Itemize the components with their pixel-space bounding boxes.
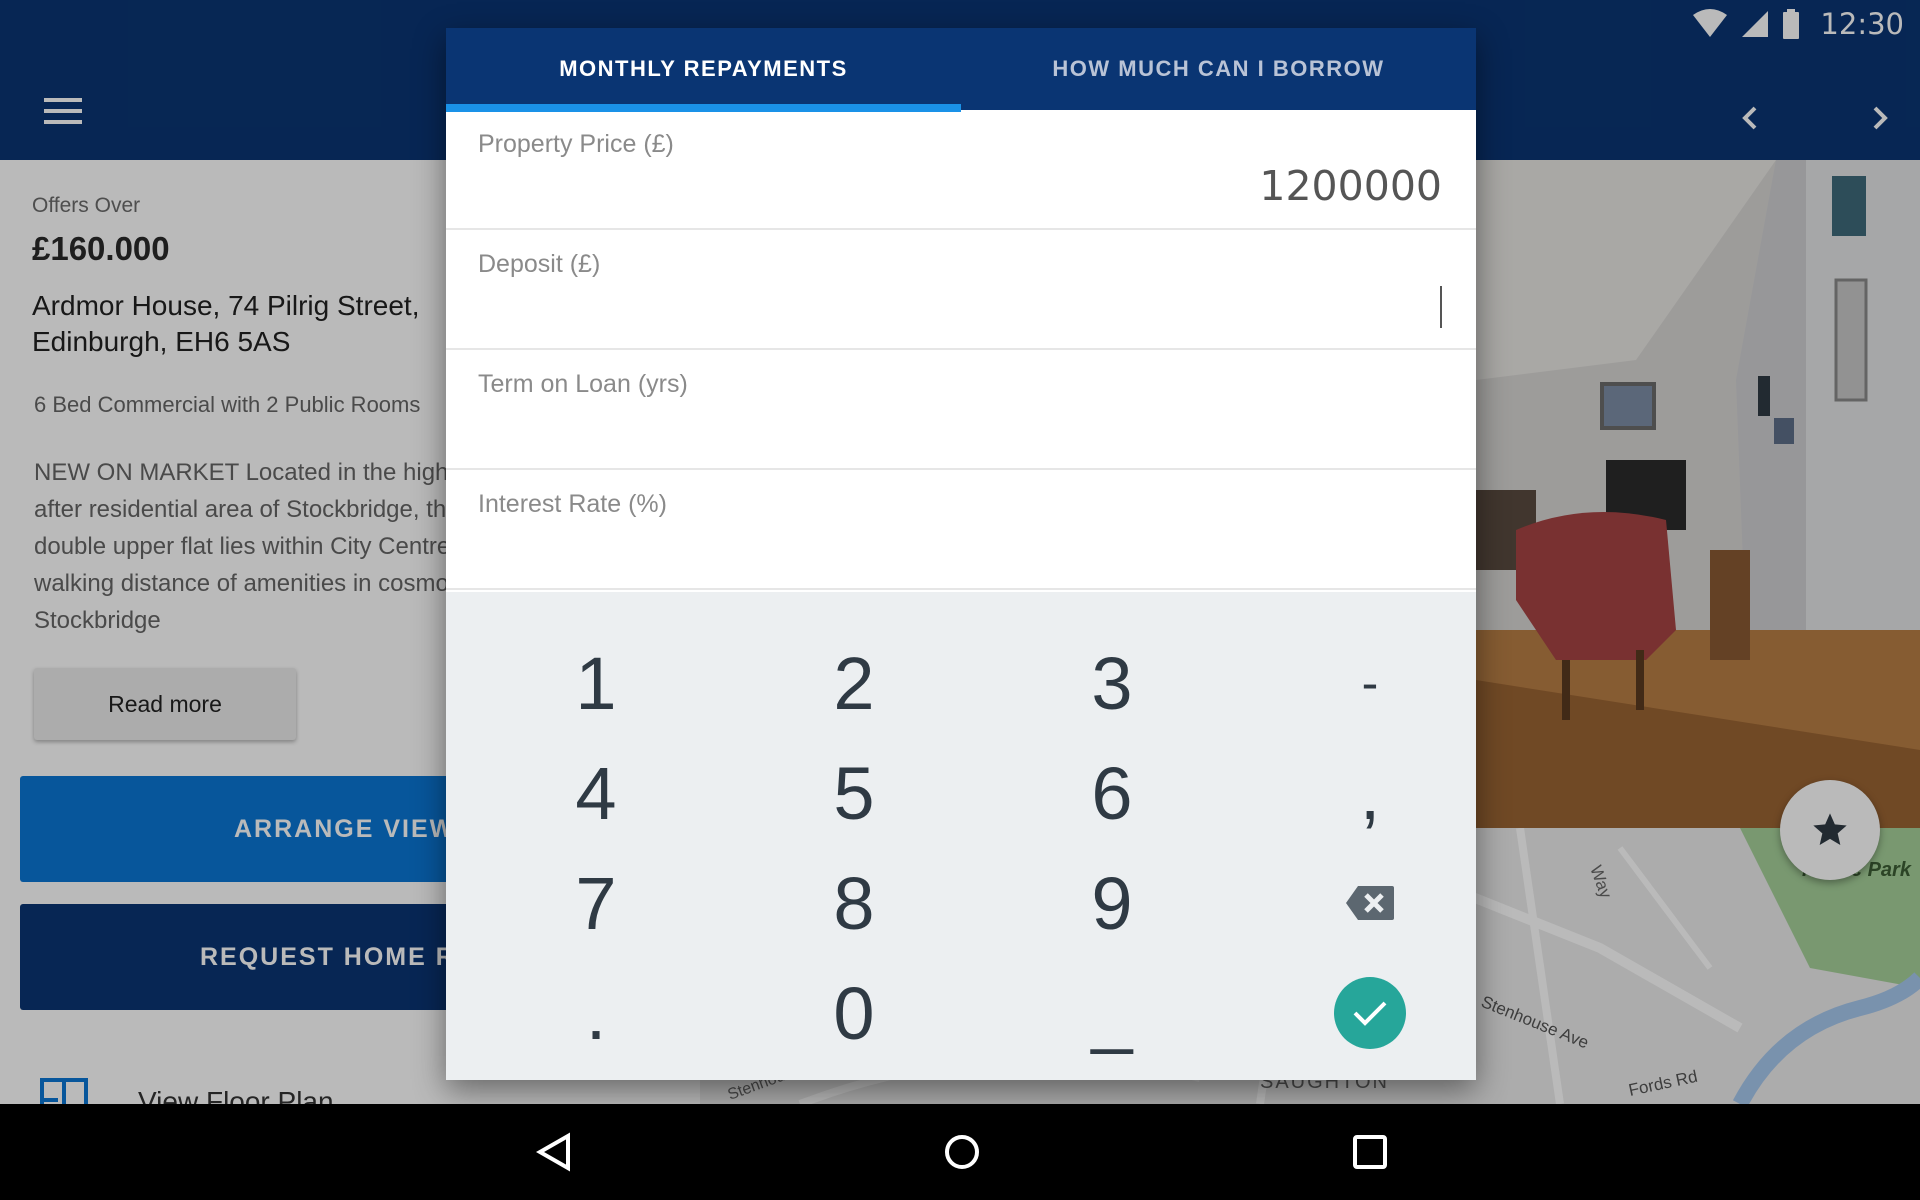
tab-how-much-can-i-borrow[interactable]: HOW MUCH CAN I BORROW [961, 28, 1476, 110]
home-icon [945, 1135, 979, 1169]
backspace-icon [1346, 886, 1394, 920]
backspace-key[interactable] [1250, 850, 1490, 956]
deposit-label: Deposit (£) [478, 250, 601, 278]
key-3[interactable]: 3 [992, 630, 1232, 736]
key-0[interactable]: 0 [734, 960, 974, 1066]
recents-button[interactable] [1342, 1124, 1398, 1180]
key-8[interactable]: 8 [734, 850, 974, 956]
back-icon [536, 1132, 570, 1172]
property-price-field[interactable]: Property Price (£) 1200000 [446, 110, 1476, 230]
key-7[interactable]: 7 [476, 850, 716, 956]
key-minus[interactable]: - [1250, 630, 1490, 736]
term-on-loan-field[interactable]: Term on Loan (yrs) [446, 350, 1476, 470]
key-1[interactable]: 1 [476, 630, 716, 736]
done-key[interactable] [1250, 960, 1490, 1066]
text-cursor [1440, 286, 1442, 328]
calculator-tabs: MONTHLY REPAYMENTS HOW MUCH CAN I BORROW [446, 28, 1476, 112]
key-5[interactable]: 5 [734, 740, 974, 846]
done-button[interactable] [1334, 977, 1406, 1049]
key-9[interactable]: 9 [992, 850, 1232, 956]
recents-icon [1353, 1135, 1387, 1169]
tab-label: MONTHLY REPAYMENTS [559, 56, 848, 81]
numeric-keypad: 1 2 3 - 4 5 6 , 7 8 9 . 0 _ [446, 592, 1476, 1080]
mortgage-calculator-dialog: MONTHLY REPAYMENTS HOW MUCH CAN I BORROW… [446, 28, 1476, 1080]
key-4[interactable]: 4 [476, 740, 716, 846]
interest-rate-label: Interest Rate (%) [478, 490, 667, 518]
property-price-value[interactable]: 1200000 [1259, 162, 1442, 210]
key-space[interactable]: _ [992, 960, 1232, 1066]
interest-rate-field[interactable]: Interest Rate (%) [446, 470, 1476, 590]
tab-monthly-repayments[interactable]: MONTHLY REPAYMENTS [446, 28, 961, 112]
key-decimal[interactable]: . [476, 960, 716, 1066]
home-button[interactable] [934, 1124, 990, 1180]
system-navigation-bar [0, 1104, 1920, 1200]
check-icon [1353, 1001, 1387, 1026]
deposit-field[interactable]: Deposit (£) [446, 230, 1476, 350]
term-on-loan-label: Term on Loan (yrs) [478, 370, 688, 398]
key-comma[interactable]: , [1250, 740, 1490, 846]
key-2[interactable]: 2 [734, 630, 974, 736]
key-6[interactable]: 6 [992, 740, 1232, 846]
tab-label: HOW MUCH CAN I BORROW [1052, 56, 1385, 81]
property-price-label: Property Price (£) [478, 130, 674, 158]
back-button[interactable] [526, 1124, 582, 1180]
